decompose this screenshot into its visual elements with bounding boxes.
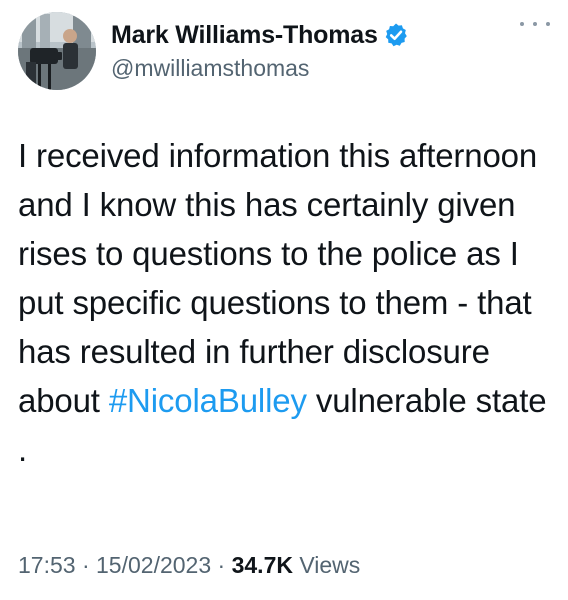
name-row: Mark Williams-Thomas [111, 19, 409, 51]
avatar[interactable] [18, 12, 96, 90]
tweet-text-part: I received information this afternoon an… [18, 137, 538, 419]
author-block: Mark Williams-Thomas @mwilliamsthomas [111, 19, 409, 83]
more-horizontal-icon[interactable] [520, 16, 550, 32]
tweet-card: Mark Williams-Thomas @mwilliamsthomas I … [0, 0, 568, 600]
tweet-text: I received information this afternoon an… [18, 131, 553, 474]
hashtag-link[interactable]: #NicolaBulley [109, 382, 307, 419]
meta-separator: · [81, 552, 90, 578]
verified-badge-icon [383, 22, 409, 48]
author-handle[interactable]: @mwilliamsthomas [111, 53, 409, 83]
tweet-time[interactable]: 17:53 [18, 552, 76, 578]
views-count: 34.7K [231, 552, 293, 578]
avatar-image [18, 12, 96, 90]
tweet-meta: 17:53 · 15/02/2023 · 34.7K Views [18, 549, 360, 581]
meta-separator: · [217, 552, 226, 578]
tweet-header: Mark Williams-Thomas @mwilliamsthomas [18, 12, 550, 90]
dot [520, 22, 524, 26]
dot [533, 22, 537, 26]
display-name[interactable]: Mark Williams-Thomas [111, 19, 378, 51]
tweet-date[interactable]: 15/02/2023 [96, 552, 211, 578]
dot [546, 22, 550, 26]
views-label: Views [299, 552, 361, 578]
